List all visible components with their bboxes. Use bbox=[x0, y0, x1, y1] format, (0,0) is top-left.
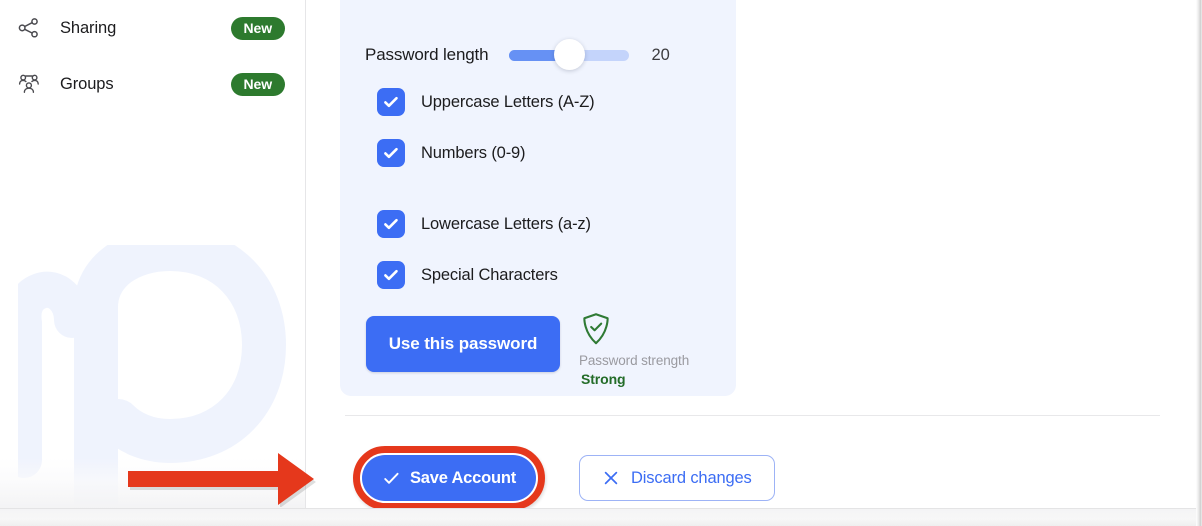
main-content: Password length 20 Uppercase Letters (A-… bbox=[306, 0, 1196, 510]
option-uppercase-letters[interactable]: Uppercase Letters (A-Z) bbox=[377, 88, 595, 116]
option-special-characters[interactable]: Special Characters bbox=[377, 261, 558, 289]
option-label: Numbers (0-9) bbox=[421, 143, 526, 162]
use-this-password-button[interactable]: Use this password bbox=[366, 316, 560, 372]
sidebar-bottom-fade bbox=[0, 458, 305, 510]
status-badge: New bbox=[230, 72, 285, 96]
share-nodes-icon bbox=[16, 15, 42, 41]
sidebar-item-sharing[interactable]: Sharing New bbox=[0, 0, 305, 56]
save-account-label: Save Account bbox=[409, 468, 517, 487]
sidebar-nav: Sharing New Groups New bbox=[0, 0, 305, 112]
option-label: Lowercase Letters (a-z) bbox=[421, 214, 591, 233]
option-lowercase-letters[interactable]: Lowercase Letters (a-z) bbox=[377, 210, 591, 238]
onepassword-logo-watermark bbox=[5, 226, 300, 510]
password-strength-value: Strong bbox=[581, 371, 626, 387]
section-divider bbox=[345, 415, 1160, 416]
people-group-icon bbox=[16, 71, 42, 97]
close-x-icon bbox=[604, 471, 618, 485]
checkbox-checked[interactable] bbox=[377, 210, 405, 238]
option-label: Special Characters bbox=[421, 265, 558, 284]
discard-changes-label: Discard changes bbox=[631, 468, 752, 487]
save-account-highlight-group: Save Account bbox=[353, 446, 545, 510]
checkbox-checked[interactable] bbox=[377, 261, 405, 289]
password-length-value: 20 bbox=[651, 45, 670, 64]
sidebar-item-label: Groups bbox=[60, 74, 114, 93]
window-right-frame bbox=[1196, 0, 1202, 526]
checkbox-checked[interactable] bbox=[377, 88, 405, 116]
sidebar-item-label: Sharing bbox=[60, 18, 117, 37]
app-window: Sharing New Groups New Password length 2… bbox=[0, 0, 1202, 526]
window-bottom-frame bbox=[0, 508, 1202, 526]
form-actions: Save Account Discard changes bbox=[353, 446, 775, 510]
password-length-row: Password length 20 bbox=[365, 39, 715, 70]
discard-changes-button[interactable]: Discard changes bbox=[579, 455, 775, 501]
save-account-button[interactable]: Save Account bbox=[362, 455, 536, 501]
option-numbers[interactable]: Numbers (0-9) bbox=[377, 139, 526, 167]
sidebar-item-groups[interactable]: Groups New bbox=[0, 56, 305, 112]
checkbox-checked[interactable] bbox=[377, 139, 405, 167]
password-generator-panel: Password length 20 Uppercase Letters (A-… bbox=[340, 0, 736, 396]
password-strength-caption: Password strength bbox=[579, 353, 690, 368]
password-length-label: Password length bbox=[365, 45, 489, 64]
password-length-slider[interactable] bbox=[509, 39, 630, 70]
password-strength-indicator: Password strength Strong bbox=[579, 312, 724, 387]
option-label: Uppercase Letters (A-Z) bbox=[421, 92, 595, 111]
status-badge: New bbox=[230, 16, 285, 40]
shield-check-icon bbox=[581, 312, 611, 351]
slider-thumb[interactable] bbox=[554, 39, 586, 70]
sidebar: Sharing New Groups New bbox=[0, 0, 305, 510]
check-icon bbox=[384, 472, 399, 484]
